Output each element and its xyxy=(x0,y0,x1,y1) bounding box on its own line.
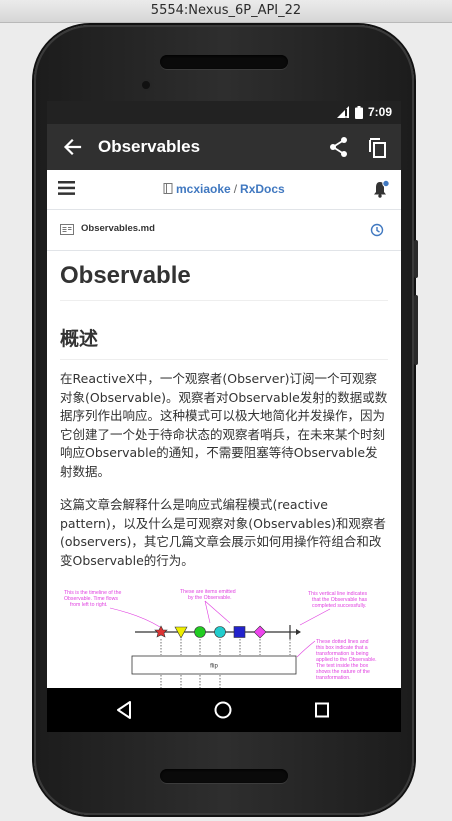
note-completed: completed successfully. xyxy=(312,603,366,609)
nav-home-icon[interactable] xyxy=(213,700,233,720)
app-toolbar: Observables xyxy=(47,124,401,170)
repo-separator: / xyxy=(233,182,238,196)
bottom-speaker xyxy=(160,769,288,783)
note-timeline: from left to right. xyxy=(70,602,107,608)
nav-recents-icon[interactable] xyxy=(314,700,330,720)
note-items: by the Observable. xyxy=(188,595,232,601)
status-bar: 7:09 xyxy=(47,101,401,124)
toolbar-title: Observables xyxy=(98,137,201,156)
file-name: Observables.md xyxy=(81,223,155,234)
section-heading: 概述 xyxy=(60,324,388,360)
nav-back-icon[interactable] xyxy=(115,700,133,720)
system-navigation-bar xyxy=(47,688,401,732)
copy-icon[interactable] xyxy=(367,136,389,158)
front-camera xyxy=(142,81,150,89)
file-header: Observables.md xyxy=(47,210,401,251)
github-header: mcxiaoke / RxDocs xyxy=(47,170,401,210)
repo-breadcrumb: mcxiaoke / RxDocs xyxy=(163,182,285,196)
device-screen: 7:09 Observables mcxiaoke / RxDocs Obser… xyxy=(47,101,401,732)
webview-content[interactable]: mcxiaoke / RxDocs Observables.md Observa… xyxy=(47,170,401,688)
volume-rocker[interactable] xyxy=(414,295,418,365)
transformation-box-label: flip xyxy=(210,664,218,670)
repo-name-link[interactable]: RxDocs xyxy=(240,182,285,196)
notification-bell-icon[interactable] xyxy=(372,180,390,198)
top-speaker xyxy=(160,55,288,69)
paragraph-overview: 在ReactiveX中，一个观察者(Observer)订阅一个可观察对象(Obs… xyxy=(60,371,388,479)
share-icon[interactable] xyxy=(328,136,350,158)
paragraph-intro: 这篇文章会解释什么是响应式编程模式(reactive pattern)，以及什么… xyxy=(60,497,386,568)
emulator-window-title: 5554:Nexus_6P_API_22 xyxy=(0,0,452,23)
signal-icon xyxy=(336,106,349,118)
file-icon xyxy=(60,224,74,235)
clock-time: 7:09 xyxy=(367,105,392,119)
hamburger-menu-icon[interactable] xyxy=(58,181,75,195)
repo-icon xyxy=(163,183,173,194)
arrow-back-icon[interactable] xyxy=(61,136,83,158)
history-icon[interactable] xyxy=(370,223,384,237)
power-button[interactable] xyxy=(414,240,418,278)
repo-owner-link[interactable]: mcxiaoke xyxy=(176,182,231,196)
observable-marble-diagram: This is the timeline of the Observable. … xyxy=(64,589,377,688)
battery-icon xyxy=(354,105,363,119)
article-heading: Observable xyxy=(60,262,388,301)
note-transformation: transformation. xyxy=(316,675,351,681)
